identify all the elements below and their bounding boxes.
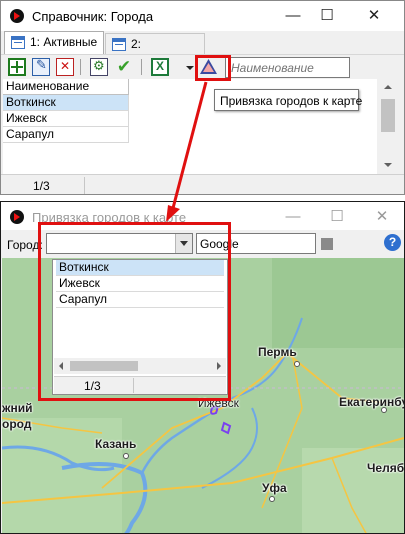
annotation-arrow [166, 81, 208, 222]
